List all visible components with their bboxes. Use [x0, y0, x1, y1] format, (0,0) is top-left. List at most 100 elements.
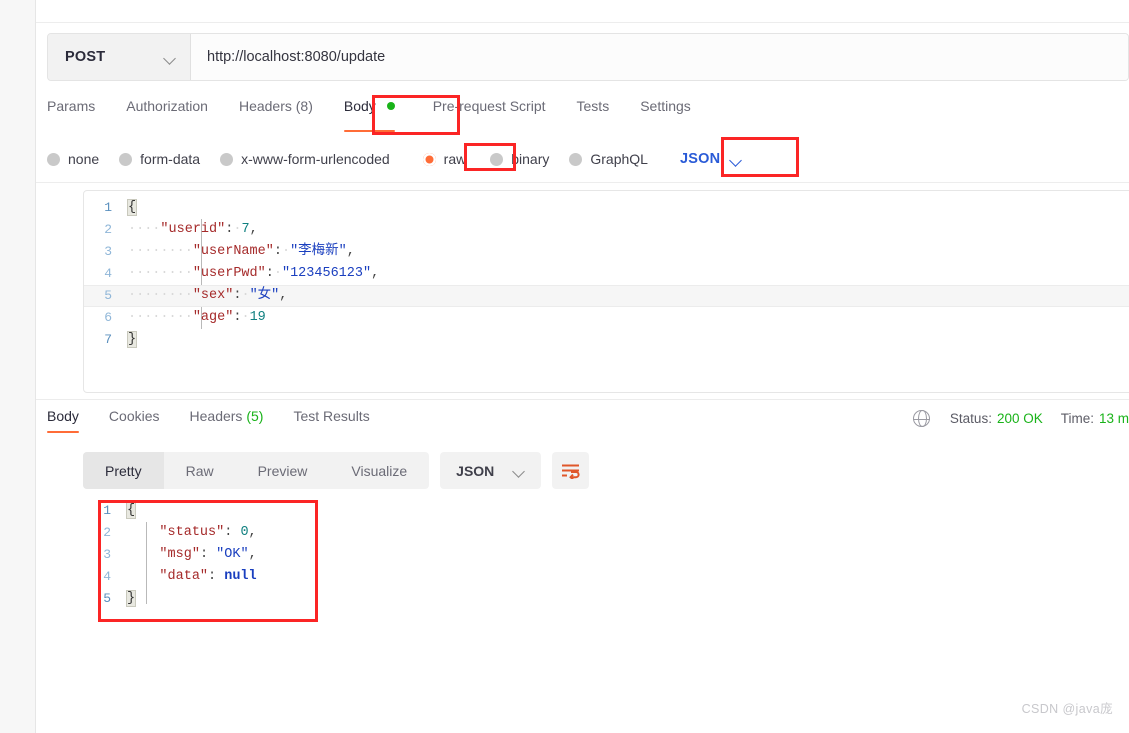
- line-number: 4: [103, 569, 111, 584]
- body-type-graphql[interactable]: GraphQL: [569, 151, 648, 167]
- body-type-row: none form-data x-www-form-urlencoded raw…: [47, 144, 1129, 174]
- code-line: 4 "data": null: [83, 566, 1123, 588]
- json-key: "msg": [159, 547, 200, 562]
- view-mode-raw[interactable]: Raw: [164, 452, 236, 489]
- json-value: 19: [249, 310, 266, 325]
- whitespace: ········: [128, 266, 193, 281]
- chevron-down-icon: [165, 54, 176, 61]
- json-value: 0: [240, 525, 249, 540]
- tab-params[interactable]: Params: [47, 96, 95, 114]
- line-content: ········"age":·19: [128, 310, 266, 325]
- view-mode-preview[interactable]: Preview: [236, 452, 330, 489]
- line-number: 4: [104, 266, 112, 281]
- request-tabs: Params Authorization Headers (8) Body Pr…: [47, 96, 1129, 132]
- view-mode-pretty[interactable]: Pretty: [83, 452, 164, 489]
- response-tab-body[interactable]: Body: [47, 408, 79, 433]
- tab-label: Pre-request Script: [432, 98, 546, 114]
- time-label: Time:: [1060, 411, 1094, 426]
- request-format-select[interactable]: JSON: [680, 151, 742, 167]
- json-value: "李梅新": [290, 244, 347, 259]
- code-line: 7 }: [84, 329, 1129, 351]
- code-line-active: 5 ········"sex":·"女",: [84, 285, 1129, 307]
- body-present-dot-icon: [386, 102, 395, 110]
- code-line: 3 ········"userName":·"李梅新",: [84, 241, 1129, 263]
- tab-tests[interactable]: Tests: [577, 96, 610, 114]
- headers-count: (5): [246, 408, 264, 424]
- tab-body[interactable]: Body: [343, 96, 395, 132]
- tab-label: Headers (8): [238, 98, 313, 114]
- active-tab-underline: [47, 430, 79, 433]
- line-number: 5: [103, 591, 111, 606]
- request-body-editor[interactable]: 1 { 2 ····"userid":·7, 3 ········"userNa…: [83, 190, 1129, 393]
- response-tab-headers[interactable]: Headers (5): [190, 408, 264, 424]
- radio-label: x-www-form-urlencoded: [241, 151, 390, 167]
- brace-token: }: [125, 590, 137, 607]
- code-line: 6 ········"age":·19: [84, 307, 1129, 329]
- body-type-raw[interactable]: raw: [422, 151, 466, 167]
- status-label: Status:: [949, 411, 992, 426]
- code-line: 1 {: [83, 500, 1123, 522]
- body-type-none[interactable]: none: [47, 151, 99, 167]
- radio-icon: [569, 152, 583, 166]
- tab-pre-request-script[interactable]: Pre-request Script: [433, 96, 546, 114]
- whitespace: ········: [128, 244, 193, 259]
- radio-icon: [490, 152, 504, 166]
- code-line: 5 }: [83, 588, 1123, 610]
- json-key: "data": [159, 569, 209, 584]
- tab-authorization[interactable]: Authorization: [126, 96, 208, 114]
- response-tab-cookies[interactable]: Cookies: [109, 408, 160, 424]
- line-number: 1: [103, 503, 111, 518]
- wrap-lines-icon: [562, 464, 580, 479]
- tab-label: Tests: [576, 98, 610, 114]
- json-value: "OK": [216, 547, 249, 562]
- radio-label: GraphQL: [590, 151, 648, 167]
- view-mode-label: Raw: [185, 462, 214, 479]
- active-tab-underline: [343, 129, 395, 132]
- line-number: 1: [104, 200, 112, 215]
- radio-icon-selected: [422, 152, 436, 166]
- body-row-divider: [36, 182, 1129, 183]
- radio-label: binary: [511, 151, 550, 167]
- http-method-select[interactable]: POST: [48, 34, 191, 80]
- view-mode-segment: Pretty Raw Preview Visualize: [83, 452, 430, 489]
- tab-headers[interactable]: Headers (8): [239, 96, 313, 114]
- tab-label: Headers: [189, 408, 243, 424]
- line-number: 3: [103, 547, 111, 562]
- tab-settings[interactable]: Settings: [640, 96, 691, 114]
- globe-icon[interactable]: [912, 409, 931, 428]
- chevron-down-icon: [731, 156, 742, 163]
- json-key: "userName": [192, 244, 274, 259]
- url-input[interactable]: http://localhost:8080/update: [191, 34, 1128, 80]
- view-mode-visualize[interactable]: Visualize: [329, 452, 429, 489]
- line-content: ········"sex":·"女",: [128, 288, 288, 303]
- body-type-binary[interactable]: binary: [490, 151, 549, 167]
- line-content: ········"userPwd":·"123456123",: [128, 266, 380, 281]
- url-bar: POST http://localhost:8080/update: [47, 33, 1129, 81]
- line-number: 7: [104, 332, 112, 347]
- response-view-toolbar: Pretty Raw Preview Visualize JSON: [83, 452, 590, 489]
- postman-screenshot: POST http://localhost:8080/update Params…: [0, 0, 1129, 733]
- wrap-lines-button[interactable]: [552, 452, 590, 489]
- tab-label: Body: [47, 408, 79, 424]
- tab-label: Authorization: [126, 98, 208, 114]
- line-content: }: [125, 588, 1123, 610]
- code-line: 2 ····"userid":·7,: [84, 219, 1129, 241]
- brace-token: {: [126, 199, 138, 216]
- line-number: 2: [103, 525, 111, 540]
- radio-icon: [47, 152, 60, 166]
- json-value: null: [224, 569, 257, 584]
- http-method-label: POST: [65, 49, 106, 65]
- body-type-urlencoded[interactable]: x-www-form-urlencoded: [220, 151, 390, 167]
- url-text: http://localhost:8080/update: [207, 49, 386, 65]
- body-type-form-data[interactable]: form-data: [119, 151, 200, 167]
- whitespace: ········: [128, 288, 193, 303]
- code-line: 2 "status": 0,: [83, 522, 1123, 544]
- tab-label: Body: [343, 98, 376, 114]
- response-body-editor[interactable]: 1 { 2 "status": 0, 3 "msg": "OK", 4 "dat…: [83, 500, 1123, 630]
- response-format-select[interactable]: JSON: [440, 452, 542, 489]
- line-number: 5: [104, 288, 112, 303]
- response-tab-test-results[interactable]: Test Results: [293, 408, 369, 424]
- view-mode-label: Preview: [257, 462, 308, 479]
